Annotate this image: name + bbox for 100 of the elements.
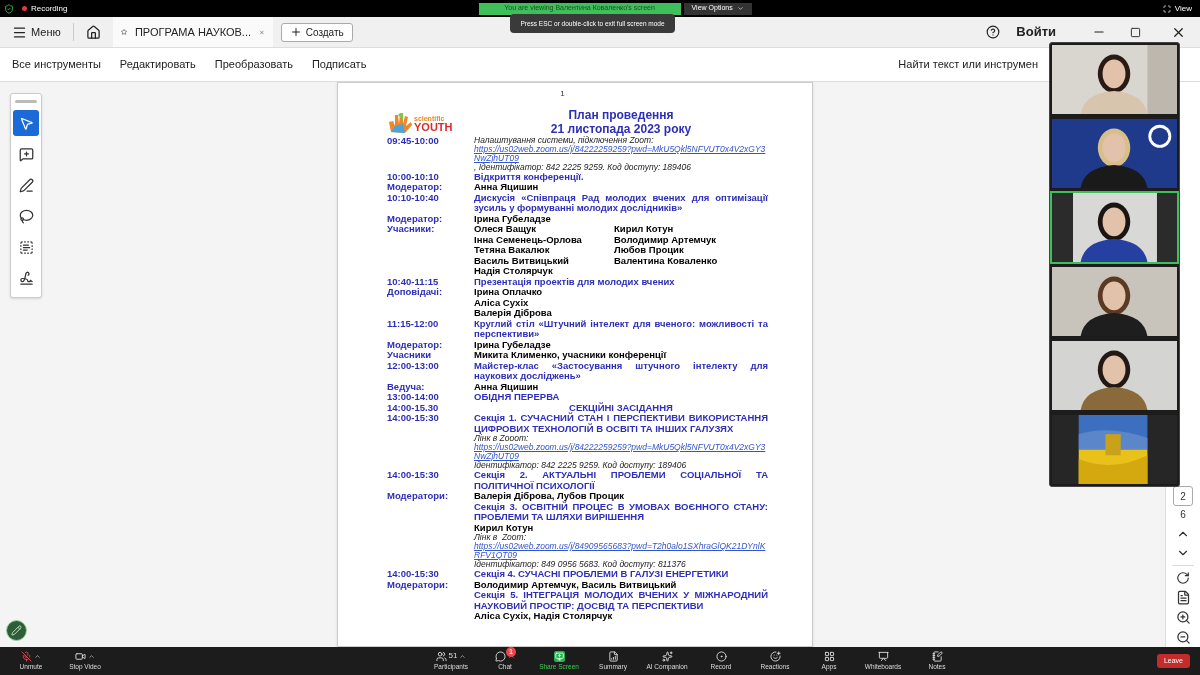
hand-logo-icon (387, 111, 413, 134)
section-heading: СЕКЦІЙНІ ЗАСІДАННЯ (569, 402, 674, 413)
row-label: 12:00-13:00 (387, 359, 439, 371)
row-label: 10:10-10:40 (387, 191, 439, 203)
page-fit-icon[interactable] (1175, 590, 1191, 605)
row-label: Модератори: (387, 490, 449, 501)
person-name: Любов Процик (614, 245, 684, 256)
pencil-icon (11, 625, 22, 636)
notes-icon (931, 650, 943, 662)
edit-fab[interactable] (6, 620, 27, 641)
logo-wordmark: YOUTH (414, 122, 453, 132)
meeting-id-text: Ідентифікатор: 842 2225 9259. Код доступу: 189406 (474, 461, 687, 470)
person-name: Інна Семенець-Орлова (474, 234, 583, 245)
whiteboards-icon (877, 650, 889, 662)
meeting-link[interactable]: https://us02web.zoom.us/j/84222259259?pwd=MkU5Qkl5NFVUT0x4V2xGY3NwZjhUT09 (474, 144, 768, 163)
person-name: Ірина Оплачко (474, 287, 543, 298)
agenda-title: Секція 2. АКТУАЛЬНІ ПРОБЛЕМИ СОЦІАЛЬНОЇ ТА ПОЛІТИЧНОЇ ПСИХОЛОГІЇ (474, 470, 768, 491)
row-label: Учасники: (387, 223, 435, 234)
zoom-in-icon[interactable] (1175, 610, 1191, 625)
row-label: 11:15-12:00 (387, 317, 439, 329)
rotate-icon[interactable] (1176, 571, 1190, 585)
agenda-title: Презентація проектів для молодих вчених (474, 276, 676, 287)
home-icon (85, 24, 101, 40)
meeting-id-text: , Ідентифікатор: 842 2225 9259. Код доступу: 189406 (474, 162, 691, 172)
document-tab[interactable]: ПРОГРАМА НАУКОВ... (112, 17, 273, 47)
person-name: Кирил Котун (614, 224, 675, 235)
meeting-link[interactable]: https://us02web.zoom.us/j/84909565683?pwd=T2h0alo1SXhraGlQK21DYnlKRFV1QT09 (474, 542, 768, 560)
toolbar-menu-item[interactable]: Преобразовать (214, 56, 293, 73)
sign-in-button[interactable]: Войти (1016, 22, 1056, 42)
zoom-out-icon[interactable] (1175, 630, 1191, 645)
agenda-title: Дискусія «Співпраця Рад молодих вчених для оптимізації зусиль у формуванні молодих дослідників» (474, 192, 768, 214)
view-icon (1162, 4, 1171, 13)
note-text: Налаштування системи, підключення Zoom: (474, 135, 654, 145)
share-icon (553, 650, 565, 662)
lasso-icon (18, 208, 34, 224)
row-label: Доповідачі: (387, 286, 443, 297)
meeting-link[interactable]: https://us02web.zoom.us/j/84222259259?pwd=MkU5Qkl5NFVUT0x4V2xGY3NwZjhUT09 (474, 443, 768, 461)
cursor-icon (18, 115, 34, 131)
comment-icon (18, 146, 34, 162)
person-name: Валерія Діброва (474, 308, 553, 319)
agenda-title: Майстер-клас «Застосування штучного інтелекту для наукових досліджень» (474, 360, 768, 382)
agenda-title: Секція 1. СУЧАСНИЙ СТАН І ПЕРСПЕКТИВИ ВИКОРИСТАННЯ ЦИФРОВИХ ТЕХНОЛОГІЙ В ОСВІТІ ТА ІНШИХ ГАЛУЗЯХ (474, 413, 768, 434)
row-label: 13:00-14:00 (387, 391, 439, 402)
pen-icon (18, 177, 34, 193)
row-label: 14:00-15.30 (387, 401, 439, 413)
person-name: Василь Витвицький (474, 255, 570, 266)
person-name: Володимир Артемчук (614, 234, 718, 245)
row-label: Модератори: (387, 578, 449, 590)
person-name: Тетяна Вакалюк (474, 245, 550, 256)
document-title: 21 листопада 2023 року (550, 121, 692, 136)
note-text: Лінк в Zooom: (474, 434, 529, 443)
signature-icon (18, 270, 34, 286)
view-button[interactable]: View (1162, 2, 1192, 15)
row-label: Модератор: (387, 181, 443, 192)
ai-icon (661, 650, 673, 662)
find-field[interactable]: Найти текст или инструмен (898, 56, 1038, 73)
plus-icon (289, 26, 302, 38)
summary-icon (607, 650, 619, 662)
row-label: 14:00-15:30 (387, 469, 439, 480)
row-label: Модератор: (387, 212, 443, 224)
agenda-title: Круглий стіл «Штучний інтелект для вченого: можливості та перспективи» (474, 318, 768, 340)
participants-icon (435, 650, 447, 662)
row-label: Модератор: (387, 338, 443, 350)
toolbar-menu-item[interactable]: Все инструменты (12, 56, 101, 73)
person-name: Кирил Котун (474, 522, 535, 533)
tab-title: ПРОГРАМА НАУКОВ... (134, 24, 252, 40)
create-button[interactable]: Создать (280, 22, 353, 42)
agenda-title: Секція 3. ОСВІТНІЙ ПРОЦЕС В УМОВАХ ВОЄННОГО СТАНУ: ПРОБЛЕМИ ТА ШЛЯХИ ВИРІШЕННЯ (474, 501, 768, 523)
toolbar-menu-item[interactable]: Подписать (311, 56, 367, 73)
agenda-title: ОБІДНЯ ПЕРЕРВА (474, 392, 561, 403)
person-name: Валентина Коваленко (614, 255, 719, 266)
recording-label: Recording (31, 2, 68, 15)
row-label: 09:45-10:00 (387, 134, 439, 146)
person-name: Олеся Ващук (474, 224, 536, 235)
document-title: План проведення (568, 107, 674, 122)
toolbar-menu-item[interactable]: Редактировать (119, 56, 196, 73)
video-icon (75, 650, 86, 662)
caret-icon (736, 5, 744, 12)
agenda-title: Відкриття конференції. (474, 171, 585, 182)
row-label: Учасники (387, 349, 432, 360)
row-label: 14:00-15:30 (387, 568, 439, 579)
agenda-title: Секція 4. СУЧАСНІ ПРОБЛЕМИ В ГАЛУЗІ ЕНЕРГЕТИКИ (474, 569, 730, 580)
row-label: 14:00-15:30 (387, 412, 439, 423)
person-name: Володимир Артемчук, Василь Витвицький (474, 579, 678, 590)
menu-icon (12, 24, 27, 40)
note-text: Лінк в Zoom: (474, 533, 527, 542)
row-label: Ведуча: (387, 380, 425, 392)
reactions-icon (769, 650, 781, 662)
menu-button[interactable]: Меню (0, 17, 73, 47)
person-name: Аліса Сухіх (474, 297, 530, 308)
maximize-icon[interactable] (1130, 26, 1141, 38)
participant-count: 51 (448, 650, 458, 663)
person-name: Ірина Губеладзе (474, 339, 552, 350)
help-icon[interactable] (986, 25, 1001, 39)
person-name: Анна Яцишин (474, 182, 539, 193)
page-count: 6 (1180, 508, 1186, 522)
person-name: Надія Столярчук (474, 266, 553, 277)
row-label: 10:40-11:15 (387, 275, 439, 287)
apps-icon (823, 650, 835, 662)
shield-icon (4, 3, 14, 14)
